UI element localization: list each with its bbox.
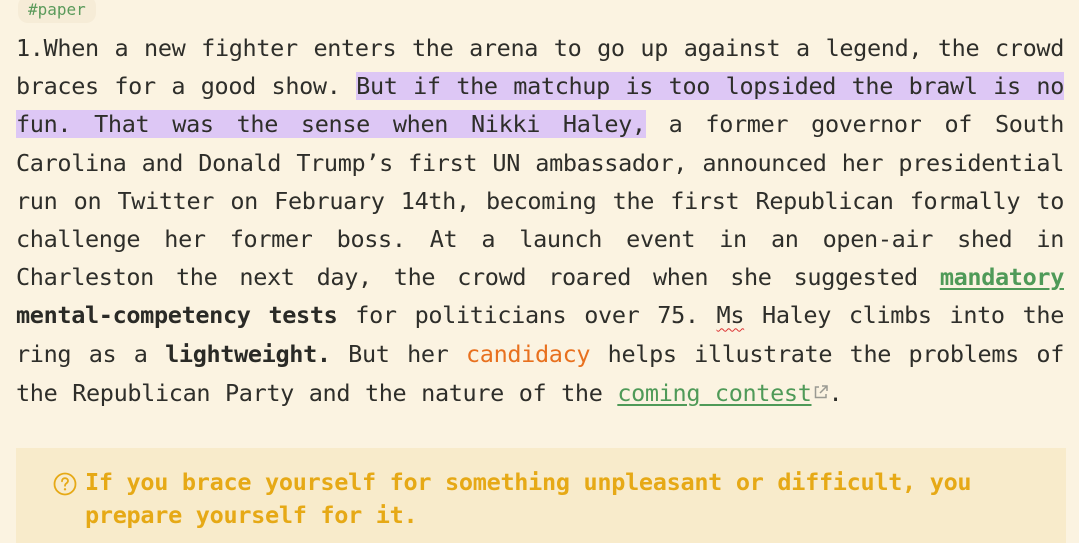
bold-word-lightweight: lightweight. <box>165 339 331 368</box>
paragraph-number: 1. <box>16 34 44 62</box>
article-paragraph: 1.When a new fighter enters the arena to… <box>16 29 1064 412</box>
definition-text: If you brace yourself for something unpl… <box>85 468 972 529</box>
question-circle-icon[interactable] <box>53 472 77 496</box>
definition-note: If you brace yourself for something unpl… <box>16 448 1066 543</box>
vocab-word-candidacy[interactable]: candidacy <box>466 340 591 368</box>
vocab-link-mandatory[interactable]: mandatory <box>940 263 1065 291</box>
sentence-text: for politicians over 75. <box>337 301 717 330</box>
external-link-coming-contest[interactable]: coming contest <box>617 379 812 407</box>
tag-paper[interactable]: #paper <box>18 0 96 23</box>
spellcheck-word[interactable]: Ms <box>717 301 745 329</box>
sentence-text: But her <box>330 339 466 368</box>
sentence-text: . <box>828 378 843 407</box>
external-link-icon[interactable] <box>813 373 829 399</box>
bold-phrase-tests: mental-competency tests <box>16 301 338 330</box>
